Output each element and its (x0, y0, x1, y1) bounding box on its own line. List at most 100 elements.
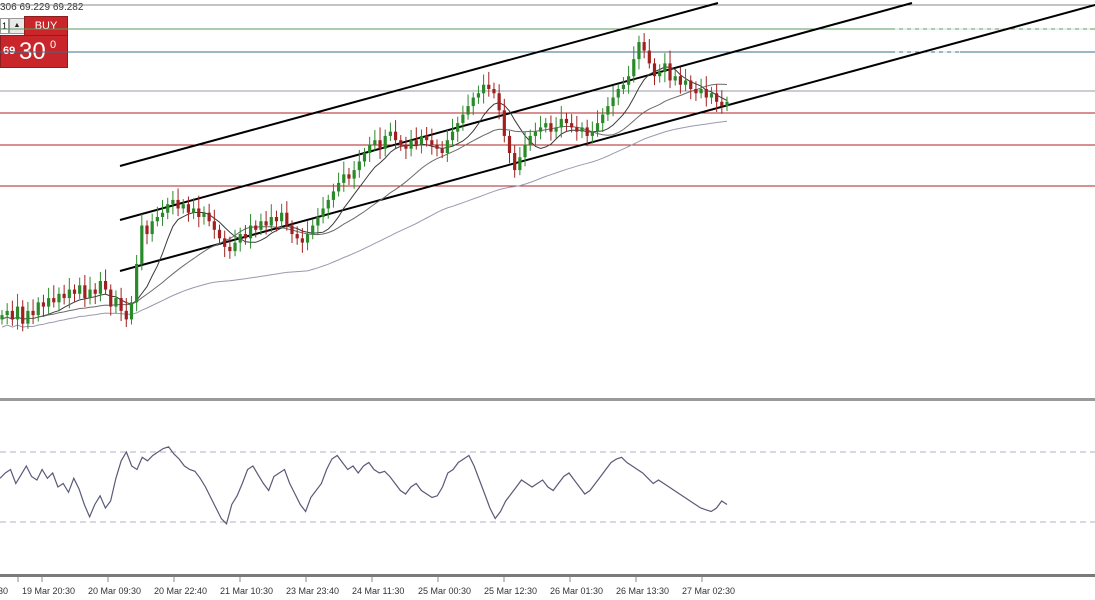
candle (321, 196, 325, 224)
candle (616, 83, 620, 106)
time-axis-label: 27 Mar 02:30 (682, 586, 735, 596)
candle (482, 74, 486, 104)
candle (0, 310, 4, 325)
candle (362, 147, 367, 167)
candle (36, 297, 40, 322)
candle (52, 285, 56, 308)
candle (601, 108, 605, 133)
candle (704, 76, 708, 107)
candle (202, 206, 206, 225)
time-axis-label: 24 Mar 11:30 (352, 586, 404, 596)
candle (409, 129, 413, 157)
candle (425, 126, 429, 147)
candle (166, 197, 170, 220)
candle (575, 115, 579, 141)
candle (709, 86, 714, 104)
candle (352, 161, 356, 189)
candle (342, 161, 346, 192)
candle (668, 50, 672, 89)
candle (176, 188, 180, 217)
candle (507, 130, 512, 164)
candle (689, 75, 693, 100)
candle (487, 71, 491, 97)
candle (47, 287, 51, 315)
candle (554, 117, 558, 139)
candle (62, 284, 66, 305)
candle (373, 129, 377, 151)
candle (647, 39, 651, 69)
candle (41, 294, 46, 317)
candle (207, 203, 211, 227)
indicator-separator (0, 398, 1095, 401)
candle (378, 127, 382, 159)
time-axis: 30 19 Mar 20:30 20 Mar 09:30 20 Mar 22:40 21… (0, 577, 735, 596)
candle (72, 284, 77, 302)
time-axis-label: 26 Mar 01:30 (550, 586, 603, 596)
candle (269, 204, 273, 232)
channel-middle-line[interactable] (119, 2, 913, 221)
candle (160, 199, 165, 226)
candle (192, 198, 196, 220)
oscillator-line (0, 446, 728, 525)
price-chart[interactable]: 30 19 Mar 20:30 20 Mar 09:30 20 Mar 22:40 21… (0, 0, 1095, 600)
candle (663, 53, 667, 83)
candle (388, 122, 392, 142)
candle (98, 272, 102, 302)
candle (171, 190, 175, 215)
time-axis-label: 20 Mar 09:30 (88, 586, 141, 596)
candle (725, 96, 729, 112)
candle (114, 290, 118, 313)
candle (435, 139, 439, 157)
candle (445, 129, 449, 162)
candle (720, 90, 724, 114)
candle (430, 128, 434, 155)
time-axis-label: 23 Mar 23:40 (286, 586, 339, 596)
candle (145, 220, 149, 245)
candle (564, 112, 569, 131)
candle (233, 229, 237, 257)
candle (404, 136, 408, 159)
time-axis-label: 25 Mar 12:30 (484, 586, 537, 596)
candle (83, 275, 87, 308)
candle (559, 106, 563, 138)
candle (476, 85, 481, 104)
candle (135, 254, 139, 312)
candle (331, 183, 336, 208)
candle (311, 219, 315, 240)
candle (606, 97, 610, 121)
candle (88, 276, 92, 305)
candle (197, 195, 201, 228)
candle (31, 299, 35, 325)
candle (368, 136, 372, 162)
candle (109, 284, 113, 316)
candle (150, 213, 154, 242)
candle (471, 92, 475, 116)
candle (217, 224, 222, 245)
candle (637, 35, 641, 70)
time-axis-label: 21 Mar 10:30 (220, 586, 273, 596)
time-axis-label: 30 (0, 586, 8, 596)
candle (683, 68, 688, 92)
candle (347, 167, 351, 185)
candle (652, 58, 657, 86)
candle (673, 69, 677, 86)
candle (337, 172, 341, 197)
candle (305, 221, 310, 251)
candle (642, 33, 646, 59)
candle (419, 129, 424, 154)
time-axis-label: 26 Mar 13:30 (616, 586, 669, 596)
candle (538, 115, 543, 140)
candle (497, 84, 501, 120)
candle (456, 116, 460, 142)
candle (528, 129, 532, 151)
candle (399, 135, 403, 151)
candle (466, 94, 470, 120)
candle (223, 230, 227, 258)
candle (518, 147, 522, 176)
candle (549, 115, 553, 141)
candle (15, 293, 20, 330)
candle (513, 145, 517, 178)
time-axis-label: 25 Mar 00:30 (418, 586, 471, 596)
candle (492, 82, 496, 99)
candle (580, 122, 584, 139)
